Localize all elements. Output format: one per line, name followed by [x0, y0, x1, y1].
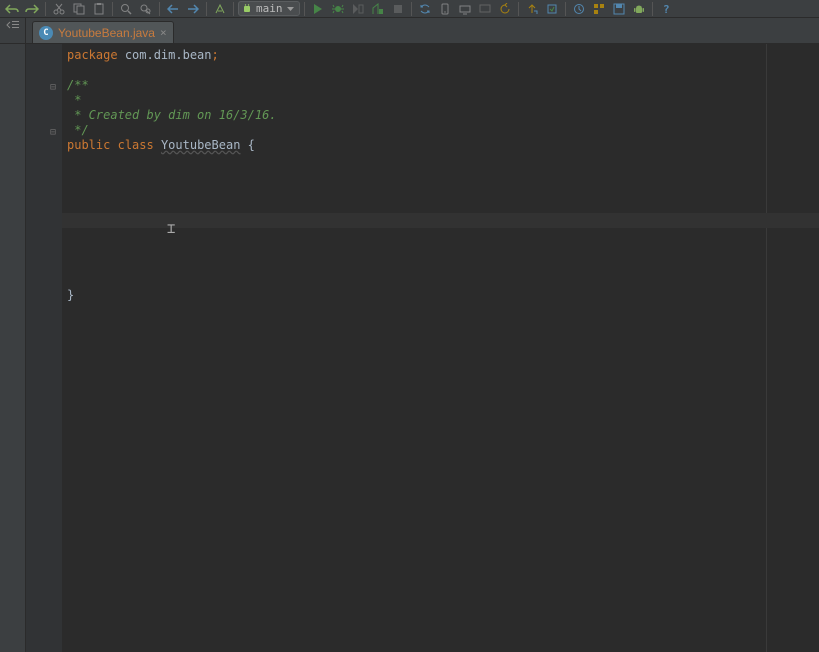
build-icon[interactable] — [211, 1, 229, 17]
separator — [206, 2, 207, 16]
run-icon[interactable] — [309, 1, 327, 17]
separator — [45, 2, 46, 16]
run-config-selector[interactable]: main — [238, 1, 300, 16]
editor-tab[interactable]: C YoutubeBean.java × — [32, 21, 174, 43]
separator — [112, 2, 113, 16]
main-toolbar: main ? — [0, 0, 819, 18]
android-icon — [242, 3, 252, 15]
copy-icon[interactable] — [70, 1, 88, 17]
tab-label: YoutubeBean.java — [58, 26, 155, 40]
chevron-down-icon — [287, 7, 294, 11]
find-icon[interactable] — [117, 1, 135, 17]
replace-icon[interactable] — [137, 1, 155, 17]
cut-icon[interactable] — [50, 1, 68, 17]
editor-gutter[interactable]: ⊟ ⊟ — [26, 44, 62, 652]
current-line-highlight — [62, 213, 819, 228]
separator — [304, 2, 305, 16]
text-cursor: ⌶ — [167, 222, 175, 237]
editor-area: ⊟ ⊟ package com.dim.bean; /** * * Create… — [0, 44, 819, 652]
separator — [518, 2, 519, 16]
android-robot-icon[interactable] — [630, 1, 648, 17]
sdk-icon[interactable] — [456, 1, 474, 17]
avd-icon[interactable] — [436, 1, 454, 17]
tab-bar: C YoutubeBean.java × — [0, 18, 819, 44]
separator — [411, 2, 412, 16]
separator — [159, 2, 160, 16]
separator — [652, 2, 653, 16]
margin-guide — [766, 44, 767, 652]
separator — [233, 2, 234, 16]
close-icon[interactable]: × — [160, 26, 167, 39]
undo-icon[interactable] — [3, 1, 21, 17]
fold-toggle[interactable]: ⊟ — [50, 82, 60, 92]
debug-icon[interactable] — [329, 1, 347, 17]
revert-icon[interactable] — [496, 1, 514, 17]
save-icon[interactable] — [610, 1, 628, 17]
separator — [565, 2, 566, 16]
redo-icon[interactable] — [23, 1, 41, 17]
paste-icon[interactable] — [90, 1, 108, 17]
history-icon[interactable] — [570, 1, 588, 17]
vcs-commit-icon[interactable] — [543, 1, 561, 17]
fold-end[interactable]: ⊟ — [50, 127, 60, 137]
collapse-toggle[interactable] — [0, 18, 26, 43]
forward-icon[interactable] — [184, 1, 202, 17]
back-icon[interactable] — [164, 1, 182, 17]
svg-text:?: ? — [663, 3, 670, 15]
monitor-icon[interactable] — [476, 1, 494, 17]
class-file-icon: C — [39, 26, 53, 40]
config-label: main — [256, 2, 283, 15]
vcs-update-icon[interactable] — [523, 1, 541, 17]
tool-window-bar[interactable] — [0, 44, 26, 652]
structure-icon[interactable] — [590, 1, 608, 17]
run-coverage-icon[interactable] — [349, 1, 367, 17]
stop-icon[interactable] — [389, 1, 407, 17]
attach-icon[interactable] — [369, 1, 387, 17]
sync-icon[interactable] — [416, 1, 434, 17]
code-editor[interactable]: package com.dim.bean; /** * * Created by… — [62, 44, 819, 652]
help-icon[interactable]: ? — [657, 1, 675, 17]
